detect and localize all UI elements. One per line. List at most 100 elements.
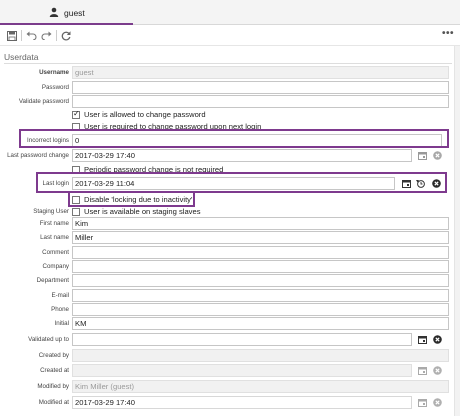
- toolbar: •••: [0, 25, 460, 46]
- initial-label: Initial: [54, 320, 69, 327]
- calendar-icon: [418, 367, 427, 375]
- department-field[interactable]: [72, 274, 449, 287]
- section-title: Userdata: [4, 52, 39, 62]
- created-at-label: Created at: [40, 367, 69, 374]
- required-change-password-checkbox[interactable]: [72, 122, 80, 131]
- tab-label: guest: [64, 8, 85, 18]
- validated-up-to-label: Validated up to: [28, 336, 69, 343]
- initial-field[interactable]: KM: [72, 317, 449, 330]
- toolbar-separator: [21, 30, 22, 41]
- last-password-change-label: Last password change: [7, 152, 69, 159]
- toolbar-separator: [56, 30, 57, 41]
- disable-locking-label: Disable 'locking due to inactivity': [84, 195, 193, 204]
- modified-by-row: Modified by Kim Miller (guest): [0, 380, 460, 393]
- calendar-icon: [418, 399, 427, 407]
- redo-icon: [41, 31, 52, 40]
- username-row: Username guest: [0, 66, 460, 79]
- calendar-icon[interactable]: [418, 151, 427, 160]
- undo-button[interactable]: [24, 28, 39, 43]
- username-field: guest: [72, 66, 449, 79]
- password-label: Password: [41, 84, 69, 91]
- redo-button[interactable]: [39, 28, 54, 43]
- last-login-row: Last login 2017-03-29 11:04: [0, 177, 460, 190]
- last-login-field[interactable]: 2017-03-29 11:04: [72, 177, 395, 190]
- username-label: Username: [39, 69, 69, 76]
- refresh-button[interactable]: [58, 28, 73, 43]
- email-row: E-mail: [0, 289, 460, 302]
- disable-locking-checkbox[interactable]: [72, 195, 80, 204]
- clear-icon: [433, 398, 442, 407]
- check-icon: ✓: [73, 108, 80, 118]
- required-change-password-checkbox-row[interactable]: User is required to change password upon…: [72, 121, 261, 132]
- validated-up-to-row: Validated up to: [0, 333, 460, 346]
- clear-icon: [433, 366, 442, 375]
- disable-locking-checkbox-row[interactable]: Disable 'locking due to inactivity': [72, 194, 192, 205]
- company-field[interactable]: [72, 260, 449, 273]
- comment-label: Comment: [42, 249, 69, 256]
- reset-clock-icon[interactable]: [416, 179, 425, 188]
- modified-by-field: Kim Miller (guest): [72, 380, 449, 393]
- department-label: Department: [36, 277, 69, 284]
- first-name-label: First name: [39, 220, 69, 227]
- phone-label: Phone: [51, 306, 69, 313]
- created-by-field: [72, 349, 449, 362]
- created-by-row: Created by: [0, 349, 460, 362]
- validate-password-field[interactable]: [72, 95, 449, 108]
- allowed-change-password-checkbox-row[interactable]: ✓ User is allowed to change password: [72, 109, 206, 120]
- created-at-field: [72, 364, 412, 377]
- tab-bar: guest: [0, 0, 460, 25]
- modified-at-field: 2017-03-29 17:40: [72, 396, 412, 409]
- available-on-staging-label: User is available on staging slaves: [84, 207, 201, 216]
- incorrect-logins-row: Incorrect logins 0: [0, 134, 460, 147]
- phone-row: Phone: [0, 303, 460, 316]
- available-on-staging-checkbox-row[interactable]: User is available on staging slaves: [72, 206, 201, 217]
- section-divider: [4, 63, 452, 64]
- first-name-field[interactable]: Kim: [72, 217, 449, 230]
- required-change-password-label: User is required to change password upon…: [84, 122, 262, 131]
- company-row: Company: [0, 260, 460, 273]
- password-row: Password: [0, 81, 460, 94]
- clear-icon[interactable]: [432, 179, 441, 188]
- email-field[interactable]: [72, 289, 449, 302]
- staging-user-label: Staging User: [33, 208, 69, 215]
- department-row: Department: [0, 274, 460, 287]
- first-name-row: First name Kim: [0, 217, 460, 230]
- last-password-change-row: Last password change 2017-03-29 17:40: [0, 149, 460, 162]
- last-name-row: Last name Miller: [0, 231, 460, 244]
- save-button[interactable]: [4, 28, 19, 43]
- more-menu-button[interactable]: •••: [442, 28, 454, 39]
- save-icon: [6, 30, 17, 41]
- comment-field[interactable]: [72, 246, 449, 259]
- periodic-not-required-label: Periodic password change is not required: [84, 165, 224, 174]
- clear-icon[interactable]: [433, 335, 442, 344]
- periodic-not-required-checkbox-row[interactable]: Periodic password change is not required: [72, 164, 223, 175]
- last-password-change-field[interactable]: 2017-03-29 17:40: [72, 149, 412, 162]
- last-name-label: Last name: [40, 234, 69, 241]
- modified-at-label: Modified at: [38, 399, 69, 406]
- comment-row: Comment: [0, 246, 460, 259]
- tab-guest[interactable]: guest: [0, 0, 133, 25]
- periodic-not-required-checkbox[interactable]: [72, 165, 80, 174]
- last-name-field[interactable]: Miller: [72, 231, 449, 244]
- allowed-change-password-checkbox[interactable]: ✓: [72, 108, 80, 119]
- user-icon: [49, 7, 59, 17]
- validate-password-row: Validate password: [0, 95, 460, 108]
- clear-icon[interactable]: [433, 151, 442, 160]
- last-login-label: Last login: [42, 180, 70, 187]
- available-on-staging-checkbox[interactable]: [72, 207, 80, 216]
- validated-up-to-field[interactable]: [72, 333, 412, 346]
- phone-field[interactable]: [72, 303, 449, 316]
- incorrect-logins-label: Incorrect logins: [27, 137, 69, 144]
- allowed-change-password-label: User is allowed to change password: [84, 110, 206, 119]
- refresh-icon: [61, 30, 70, 41]
- calendar-icon[interactable]: [418, 335, 427, 344]
- email-label: E-mail: [51, 292, 69, 299]
- calendar-icon[interactable]: [402, 179, 411, 188]
- created-by-label: Created by: [38, 352, 69, 359]
- incorrect-logins-field[interactable]: 0: [72, 134, 442, 147]
- created-at-row: Created at: [0, 364, 460, 377]
- initial-row: Initial KM: [0, 317, 460, 330]
- password-field[interactable]: [72, 81, 449, 94]
- company-label: Company: [42, 263, 69, 270]
- modified-at-row: Modified at 2017-03-29 17:40: [0, 396, 460, 409]
